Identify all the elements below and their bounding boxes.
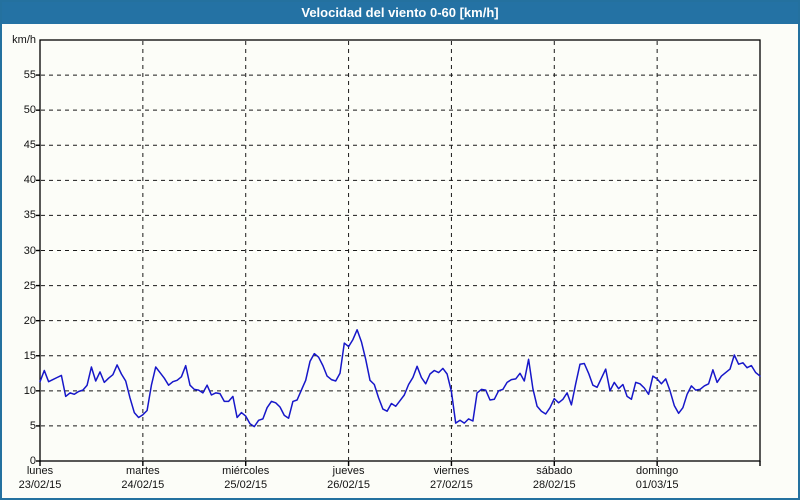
x-day-label: jueves 26/02/15 bbox=[304, 464, 394, 492]
y-tick-label: 30 bbox=[23, 244, 36, 257]
y-tick-label: 15 bbox=[23, 349, 36, 362]
y-tick-label: 45 bbox=[23, 139, 36, 152]
day-date: 25/02/15 bbox=[224, 479, 268, 491]
day-date: 28/02/15 bbox=[532, 479, 576, 491]
y-tick-label: 5 bbox=[29, 419, 36, 432]
y-tick-label: 40 bbox=[23, 174, 36, 187]
y-tick-label: 50 bbox=[23, 104, 36, 117]
wind-speed-chart-window: Velocidad del viento 0-60 [km/h] km/h 05… bbox=[0, 0, 800, 500]
wind-speed-line bbox=[39, 329, 761, 428]
y-tick-label: 20 bbox=[23, 314, 36, 327]
y-tick-label: 25 bbox=[23, 279, 36, 292]
day-name: jueves bbox=[332, 465, 365, 477]
x-day-label: lunes 23/02/15 bbox=[2, 464, 85, 492]
x-day-label: domingo 01/03/15 bbox=[612, 464, 702, 492]
day-name: martes bbox=[126, 465, 160, 477]
day-date: 26/02/15 bbox=[327, 479, 370, 491]
day-date: 24/02/15 bbox=[121, 479, 165, 491]
y-tick-label: 10 bbox=[23, 384, 36, 397]
day-name: domingo bbox=[636, 465, 679, 477]
wind-speed-plot bbox=[36, 39, 761, 466]
day-name: miércoles bbox=[222, 465, 270, 477]
x-day-label: viernes 27/02/15 bbox=[406, 464, 496, 492]
day-date: 23/02/15 bbox=[18, 479, 62, 491]
day-name: lunes bbox=[26, 465, 54, 477]
x-day-label: sábado 28/02/15 bbox=[509, 464, 599, 492]
y-tick-label: 55 bbox=[23, 69, 36, 82]
x-day-label: miércoles 25/02/15 bbox=[201, 464, 291, 492]
day-date: 27/02/15 bbox=[430, 479, 473, 491]
day-name: sábado bbox=[536, 465, 573, 477]
x-day-label: martes 24/02/15 bbox=[98, 464, 188, 492]
day-date: 01/03/15 bbox=[635, 479, 679, 491]
day-name: viernes bbox=[433, 465, 470, 477]
y-tick-label: 35 bbox=[23, 209, 36, 222]
